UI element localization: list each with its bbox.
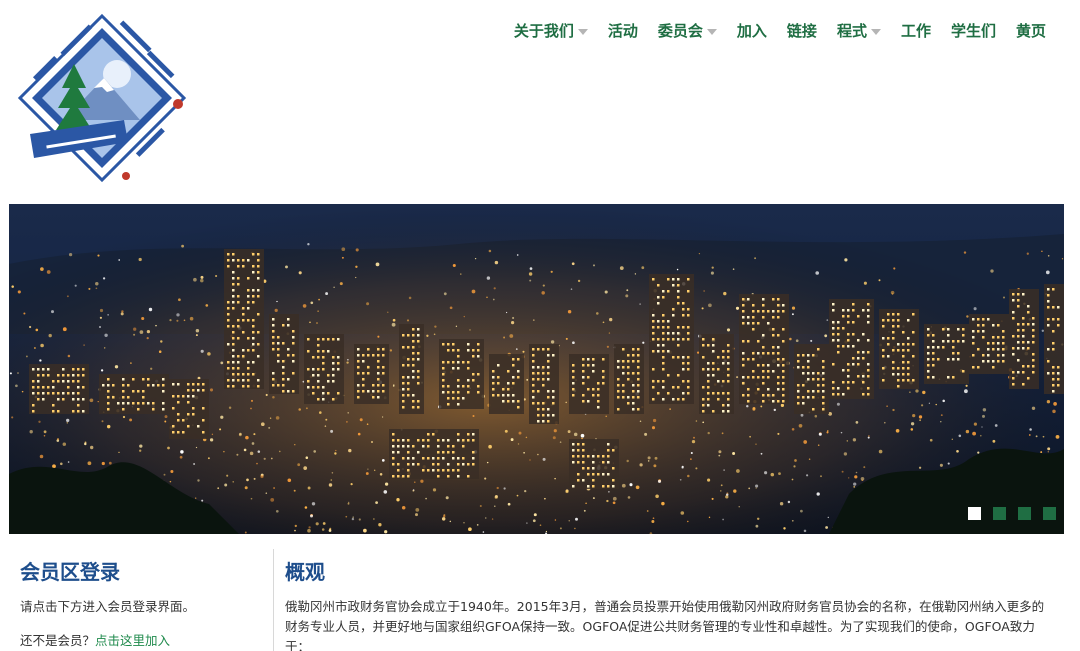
nav-item-label: 工作 bbox=[900, 22, 931, 40]
logo-graphic bbox=[17, 13, 187, 183]
nav-item-label: 链接 bbox=[786, 22, 817, 40]
nav-item-label: 程式 bbox=[836, 22, 867, 40]
nav-item-label: 黄页 bbox=[1015, 22, 1046, 40]
nav-item-0[interactable]: 关于我们 bbox=[504, 20, 598, 41]
chevron-down-icon bbox=[706, 28, 717, 35]
overview-text: 俄勒冈州市政财务官协会成立于1940年。2015年3月，普通会员投票开始使用俄勒… bbox=[285, 599, 1045, 651]
not-member-text: 还不是会员？ bbox=[20, 633, 96, 648]
nav-item-label: 学生们 bbox=[950, 22, 996, 40]
slider-dots bbox=[968, 507, 1056, 520]
member-login-intro: 请点击下方进入会员登录界面。 bbox=[20, 599, 196, 614]
member-login-section: 会员区登录 请点击下方进入会员登录界面。 还不是会员？点击这里加入 bbox=[20, 556, 265, 651]
overview-title: 概观 bbox=[285, 560, 325, 584]
nav-item-2[interactable]: 委员会 bbox=[648, 20, 727, 41]
city-night-photo bbox=[9, 204, 1064, 534]
member-login-title: 会员区登录 bbox=[20, 560, 120, 584]
hero-slider[interactable] bbox=[9, 204, 1064, 534]
not-member-line: 还不是会员？点击这里加入 bbox=[20, 631, 265, 651]
main-nav: 关于我们 活动 委员会 加入 链接 程式 工作 学生们 黄页 bbox=[504, 20, 1056, 41]
overview-section: 概观 俄勒冈州市政财务官协会成立于1940年。2015年3月，普通会员投票开始使… bbox=[285, 556, 1055, 651]
nav-item-label: 委员会 bbox=[657, 22, 703, 40]
slider-dot-1[interactable] bbox=[968, 507, 981, 520]
chevron-down-icon bbox=[870, 28, 881, 35]
nav-item-label: 关于我们 bbox=[513, 22, 574, 40]
join-link[interactable]: 点击这里加入 bbox=[95, 633, 170, 648]
nav-item-4[interactable]: 链接 bbox=[777, 20, 827, 41]
nav-item-7[interactable]: 学生们 bbox=[941, 20, 1006, 41]
slider-dot-4[interactable] bbox=[1043, 507, 1056, 520]
nav-item-label: 加入 bbox=[736, 22, 767, 40]
chevron-down-icon bbox=[577, 28, 588, 35]
ogfoa-logo[interactable] bbox=[12, 8, 192, 188]
slider-dot-3[interactable] bbox=[1018, 507, 1031, 520]
nav-item-6[interactable]: 工作 bbox=[891, 20, 941, 41]
nav-item-8[interactable]: 黄页 bbox=[1006, 20, 1056, 41]
nav-item-1[interactable]: 活动 bbox=[598, 20, 648, 41]
slider-dot-2[interactable] bbox=[993, 507, 1006, 520]
nav-item-5[interactable]: 程式 bbox=[827, 20, 891, 41]
column-divider bbox=[273, 549, 274, 651]
nav-item-label: 活动 bbox=[607, 22, 638, 40]
nav-item-3[interactable]: 加入 bbox=[727, 20, 777, 41]
